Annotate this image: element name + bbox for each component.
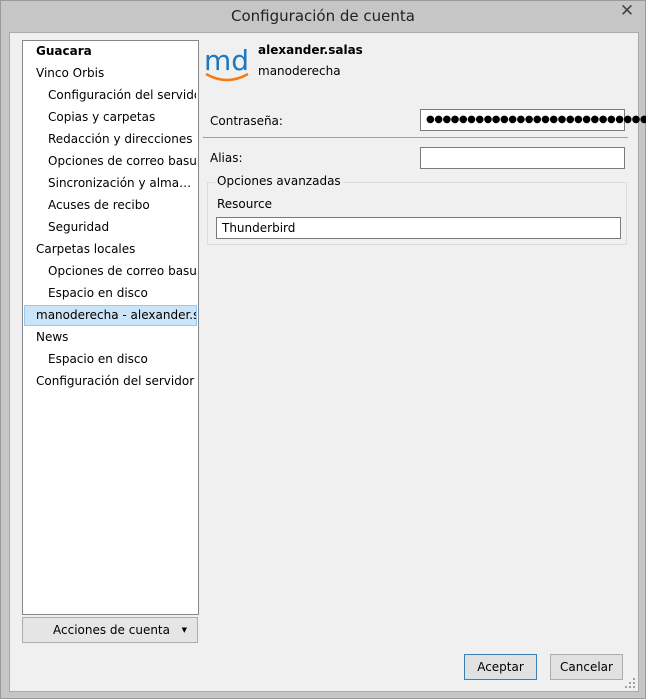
alias-label: Alias: bbox=[210, 151, 243, 165]
tree-item-server-settings[interactable]: Configuración del servidor bbox=[48, 85, 196, 106]
password-label: Contraseña: bbox=[210, 114, 283, 128]
resize-grip-icon[interactable] bbox=[624, 677, 636, 689]
tree-item-label: Redacción y direcciones bbox=[48, 132, 193, 146]
tree-item-junk-options[interactable]: Opciones de correo basura bbox=[48, 151, 196, 172]
dialog-body: ▷ Guacara ◢ Vinco Orbis Configuración de… bbox=[9, 32, 646, 692]
tree-item-local-folders[interactable]: ◢ Carpetas locales bbox=[36, 239, 196, 260]
tree-item-label: Sincronización y almacenamiento bbox=[48, 176, 196, 190]
separator bbox=[203, 137, 628, 138]
advanced-options-title: Opciones avanzadas bbox=[215, 174, 343, 188]
tree-item-label: Seguridad bbox=[48, 220, 110, 234]
tree-item-label: Opciones de correo basura bbox=[48, 154, 196, 168]
cancel-button[interactable]: Cancelar bbox=[550, 654, 623, 680]
tree-item-guacara[interactable]: ▷ Guacara bbox=[36, 41, 196, 62]
account-logo-icon: md bbox=[204, 44, 249, 82]
tree-item-label: manoderecha - alexander.salas bbox=[36, 308, 196, 322]
tree-item-smtp-settings[interactable]: Configuración del servidor saliente (SMT… bbox=[36, 371, 196, 392]
tree-item-label: Acuses de recibo bbox=[48, 198, 150, 212]
tree-item-local-disk-space[interactable]: Espacio en disco bbox=[48, 283, 196, 304]
window-title: Configuración de cuenta bbox=[231, 7, 415, 25]
tree-item-news[interactable]: ◢ News bbox=[36, 327, 196, 348]
password-field[interactable]: ●●●●●●●●●●●●●●●●●●●●●●●●●●● bbox=[420, 109, 646, 131]
tree-item-vinco-orbis[interactable]: ◢ Vinco Orbis bbox=[36, 63, 196, 84]
tree-item-label: Opciones de correo basura bbox=[48, 264, 196, 278]
tree-item-news-disk-space[interactable]: Espacio en disco bbox=[48, 349, 196, 370]
tree-item-label: News bbox=[36, 330, 69, 344]
tree-item-label: Copias y carpetas bbox=[48, 110, 156, 124]
tree-item-sync-storage[interactable]: Sincronización y almacenamiento bbox=[48, 173, 196, 194]
account-tree[interactable]: ▷ Guacara ◢ Vinco Orbis Configuración de… bbox=[22, 40, 199, 615]
tree-item-label: Configuración del servidor bbox=[48, 88, 196, 102]
tree-item-composition[interactable]: Redacción y direcciones bbox=[48, 129, 196, 150]
account-actions-button[interactable]: Acciones de cuenta ▼ bbox=[22, 617, 198, 643]
close-icon[interactable]: ✕ bbox=[614, 2, 640, 22]
tree-item-label: Guacara bbox=[36, 44, 92, 58]
account-server: manoderecha bbox=[258, 64, 341, 78]
tree-item-label: Espacio en disco bbox=[48, 286, 148, 300]
title-bar: Configuración de cuenta ✕ bbox=[1, 1, 645, 31]
tree-item-local-junk-options[interactable]: Opciones de correo basura bbox=[48, 261, 196, 282]
tree-item-manoderecha-account[interactable]: manoderecha - alexander.salas bbox=[24, 305, 197, 326]
tree-item-label: Configuración del servidor saliente (SMT… bbox=[36, 374, 196, 388]
tree-item-copies-folders[interactable]: Copias y carpetas bbox=[48, 107, 196, 128]
advanced-options-group: Opciones avanzadas Resource Thunderbird bbox=[207, 174, 627, 245]
account-name: alexander.salas bbox=[258, 43, 363, 57]
resource-field[interactable]: Thunderbird bbox=[216, 217, 621, 239]
tree-item-receipts[interactable]: Acuses de recibo bbox=[48, 195, 196, 216]
account-settings-dialog: Configuración de cuenta ✕ ▷ Guacara ◢ Vi… bbox=[0, 0, 646, 699]
alias-field[interactable] bbox=[420, 147, 625, 169]
tree-item-label: Espacio en disco bbox=[48, 352, 148, 366]
tree-item-label: Vinco Orbis bbox=[36, 66, 105, 80]
dropdown-caret-icon: ▼ bbox=[181, 626, 187, 634]
resource-label: Resource bbox=[217, 197, 273, 211]
accept-button[interactable]: Aceptar bbox=[464, 654, 537, 680]
tree-item-label: Carpetas locales bbox=[36, 242, 136, 256]
logo-letters: md bbox=[204, 44, 249, 77]
tree-item-security[interactable]: Seguridad bbox=[48, 217, 196, 238]
account-actions-label: Acciones de cuenta bbox=[53, 623, 170, 637]
